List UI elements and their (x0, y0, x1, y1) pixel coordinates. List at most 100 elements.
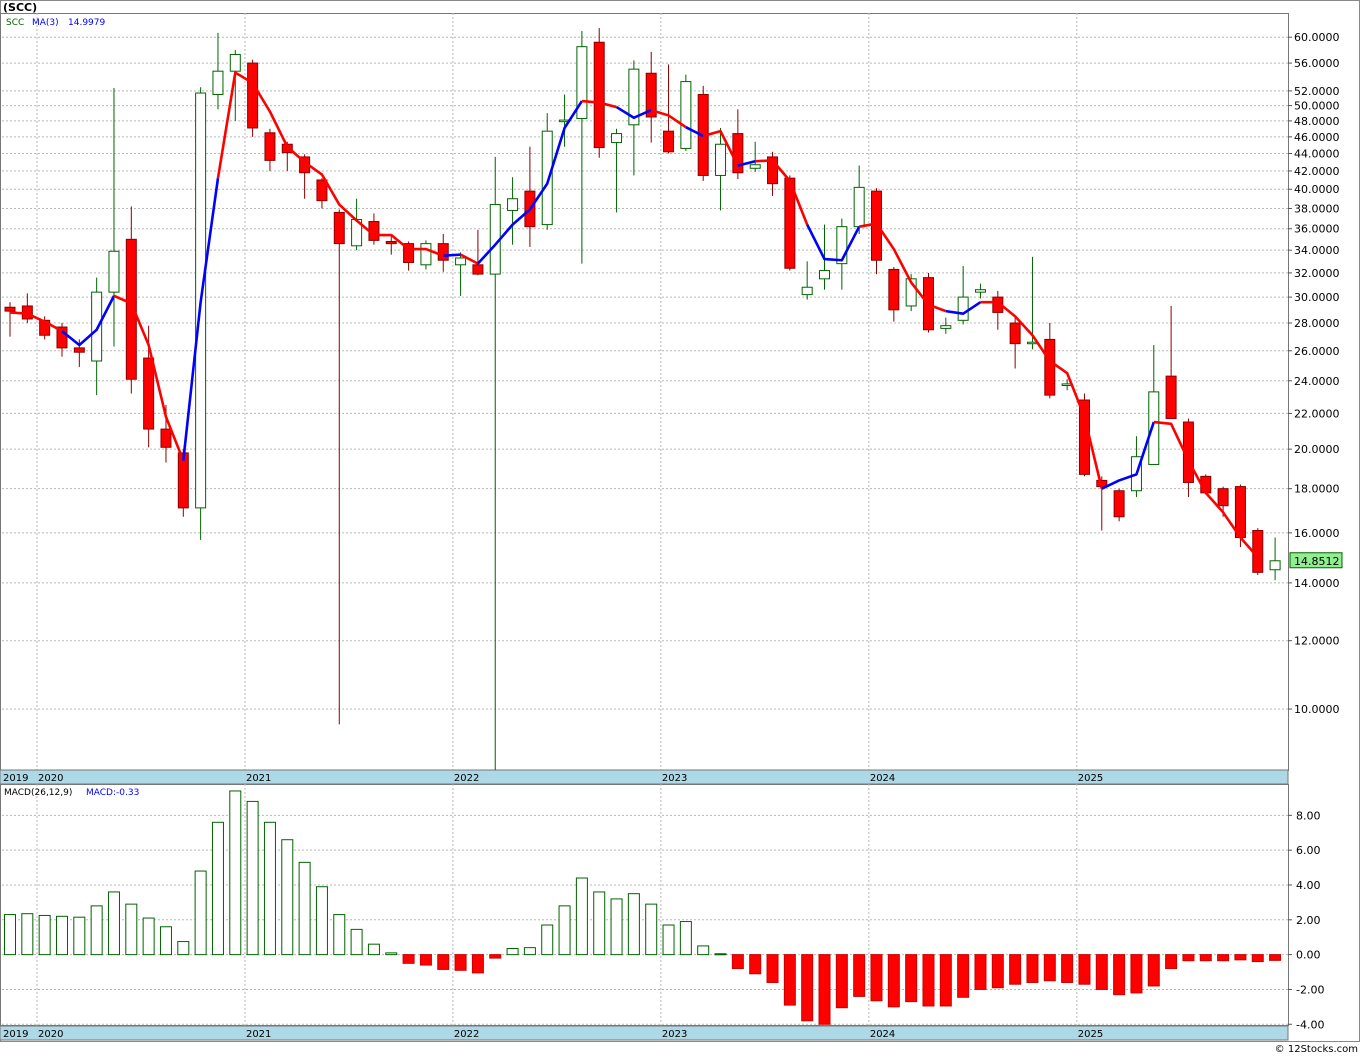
price-tick-label: 46.0000 (1294, 131, 1340, 144)
candle-body (472, 264, 484, 275)
price-tick-label: 16.0000 (1294, 527, 1340, 540)
macd-bar (471, 954, 484, 974)
candle-body (888, 268, 900, 311)
ma3-segment (9, 311, 63, 333)
macd-bar (125, 903, 138, 956)
price-tick-label: 12.0000 (1294, 635, 1340, 648)
macd-bar (1009, 954, 1022, 985)
macd-label: MACD(26,12,9) (4, 788, 72, 798)
macd-bar (1026, 954, 1039, 983)
macd-bar (731, 954, 744, 970)
price-y-axis: 10.0000 12.0000 14.0000 16.0000 18.0000 20.00… (1288, 31, 1340, 716)
candle-body (247, 62, 259, 129)
macd-bar (714, 953, 727, 956)
macd-y-axis: 8.00 6.00 4.00 2.00 0.00 -2.00 -4.00 (1288, 809, 1324, 1031)
macd-bar (610, 898, 623, 956)
x-tick-label: 2019 (3, 1029, 28, 1040)
macd-bar (4, 914, 16, 956)
x-tick-label: 2022 (454, 773, 479, 784)
macd-bar (1217, 954, 1230, 962)
candle-body (4, 306, 16, 312)
candle-body (1217, 488, 1229, 507)
price-gridlines (2, 13, 1288, 770)
legend-ma-label: MA(3) (32, 18, 59, 28)
macd-bar (350, 928, 363, 956)
macd-bar (107, 891, 120, 956)
price-tick-label: 26.0000 (1294, 345, 1340, 358)
macd-bar (835, 954, 848, 1009)
candle-body (1148, 391, 1160, 465)
candle-body (507, 198, 519, 211)
macd-bar (1199, 954, 1212, 962)
x-tick-label: 2021 (246, 1029, 271, 1040)
macd-bar (1251, 954, 1264, 963)
candle-body (819, 270, 831, 280)
macd-bar (679, 921, 692, 956)
x-tick-label: 2024 (870, 1029, 895, 1040)
macd-bar (73, 916, 86, 956)
candle-body (749, 164, 761, 169)
macd-bar (281, 839, 294, 956)
last-price-label: 14.8512 (1294, 555, 1340, 568)
candle-body (1113, 490, 1125, 518)
macd-bar (991, 954, 1004, 989)
candle-body (177, 452, 189, 509)
price-tick-label: 56.0000 (1294, 57, 1340, 70)
candle-body (541, 130, 553, 226)
candle-body (957, 296, 969, 321)
price-tick-label: 44.0000 (1294, 147, 1340, 160)
candle-body (1269, 560, 1281, 571)
watermark: © 12Stocks.com (1275, 1044, 1358, 1055)
candle-body (715, 143, 727, 176)
macd-bar (333, 914, 346, 956)
candle-body (663, 130, 675, 153)
macd-bar (627, 893, 640, 956)
macd-bar (662, 924, 675, 956)
macd-bar (1269, 954, 1282, 961)
macd-bar (801, 954, 814, 1022)
macd-bar (159, 926, 172, 956)
macd-bar (367, 943, 380, 956)
macd-bar (523, 947, 536, 956)
price-tick-label: 20.0000 (1294, 443, 1340, 456)
price-tick-label: 18.0000 (1294, 483, 1340, 496)
macd-bar (385, 952, 398, 956)
price-tick-label: 42.0000 (1294, 165, 1340, 178)
macd-bar (766, 954, 779, 983)
candle-body (974, 289, 986, 293)
x-tick-label: 2024 (870, 773, 895, 784)
candle-body (853, 186, 865, 228)
macd-bar (263, 821, 276, 956)
macd-tick-label: -4.00 (1296, 1018, 1324, 1031)
price-tick-label: 50.0000 (1294, 100, 1340, 113)
candle-body (437, 243, 449, 261)
candle-body (108, 250, 120, 293)
candle-body (160, 428, 172, 448)
macd-bar (645, 903, 658, 956)
macd-bar (177, 941, 190, 956)
macd-bar (697, 945, 710, 956)
candle-body (91, 291, 103, 362)
price-tick-label: 34.0000 (1294, 244, 1340, 257)
ma3-segment (755, 159, 809, 226)
macd-bar (749, 954, 762, 975)
macd-bar (558, 905, 571, 956)
macd-bar (939, 954, 952, 1007)
macd-tick-label: 6.00 (1296, 844, 1321, 857)
candle-body (333, 211, 345, 245)
macd-bar (957, 954, 970, 998)
x-tick-label: 2025 (1078, 1029, 1103, 1040)
price-tick-label: 38.0000 (1294, 202, 1340, 215)
candle-body (593, 41, 605, 149)
candle-body (732, 133, 744, 174)
candle-body (420, 243, 432, 266)
macd-bar (402, 954, 415, 964)
macd-bar (194, 870, 207, 956)
candle-body (455, 257, 467, 266)
price-tick-label: 24.0000 (1294, 375, 1340, 388)
macd-bar (1234, 954, 1247, 961)
candle-body (1009, 322, 1021, 345)
candle-body (940, 325, 952, 329)
macd-bar (905, 954, 918, 1003)
x-tick-label: 2023 (662, 1029, 687, 1040)
